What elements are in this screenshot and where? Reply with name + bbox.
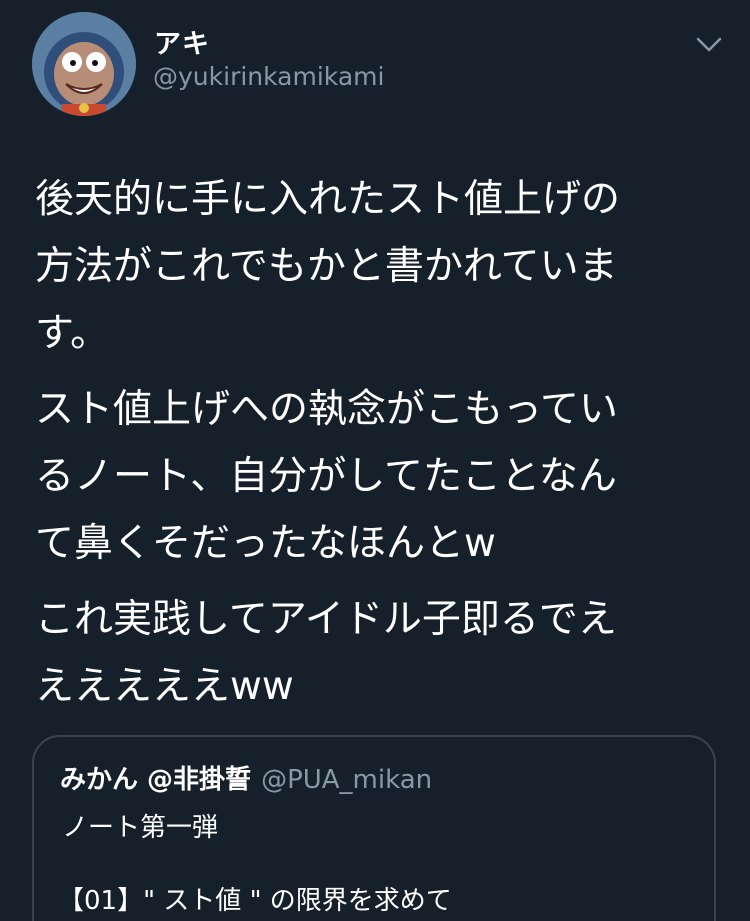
tweet: アキ @yukirinkamikami 後天的に手に入れたスト値上げの 方法がこ… (0, 0, 750, 921)
quoted-tweet-text-line: ノート第一弾 (62, 813, 219, 843)
quoted-tweet-header: みかん @非掛誓 @PUA_mikan (60, 759, 432, 796)
chevron-down-icon[interactable] (696, 36, 722, 54)
quoted-tweet-text-line: 【01】" スト値 " の限界を求めて (58, 886, 452, 916)
tweet-paragraph: 後天的に手に入れたスト値上げの 方法がこれでもかと書かれていま す。 (35, 177, 621, 356)
author-display-name[interactable]: アキ (154, 22, 210, 61)
quoted-author-name: みかん @非掛誓 (60, 765, 252, 795)
quoted-author-handle: @PUA_mikan (261, 765, 433, 795)
tweet-text: 後天的に手に入れたスト値上げの 方法がこれでもかと書かれていま す。 スト値上げ… (35, 166, 725, 729)
quoted-tweet-card[interactable]: みかん @非掛誓 @PUA_mikan ノート第一弾 【01】" スト値 " の限… (32, 735, 716, 921)
tweet-paragraph: スト値上げへの執念がこもってい るノート、自分がしてたことなん て鼻くそだったな… (35, 387, 619, 566)
author-handle[interactable]: @yukirinkamikami (153, 62, 384, 91)
avatar[interactable] (32, 12, 136, 116)
avatar-image-icon (32, 12, 136, 116)
tweet-paragraph: これ実践してアイドル子即るでえ えええええww (35, 597, 617, 709)
